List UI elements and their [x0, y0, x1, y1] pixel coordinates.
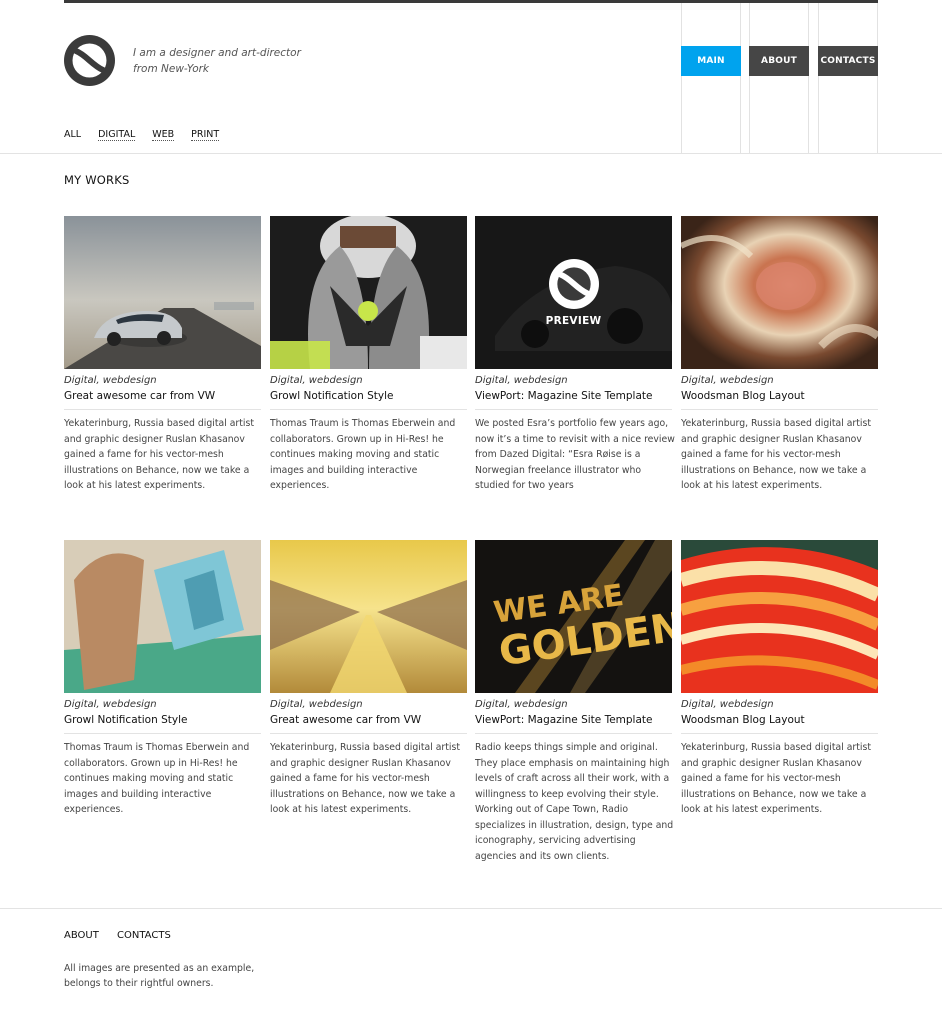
card-divider [681, 733, 878, 734]
header-column-line [877, 3, 878, 153]
tagline: I am a designer and art-director from Ne… [133, 46, 301, 77]
work-title[interactable]: Growl Notification Style [270, 390, 467, 403]
work-description: Yekaterinburg, Russia based digital arti… [681, 418, 871, 491]
work-description: Thomas Traum is Thomas Eberwein and coll… [270, 418, 456, 491]
filter-all[interactable]: ALL [64, 129, 81, 141]
footer-note: All images are presented as an example, … [64, 963, 255, 989]
work-card: Digital, webdesign Great awesome car fro… [270, 540, 467, 818]
header-column-line [808, 3, 809, 153]
nav-main-button[interactable]: MAIN [681, 46, 741, 76]
filter-digital[interactable]: DIGITAL [98, 129, 136, 141]
3d-letters-image[interactable] [64, 540, 261, 693]
work-title[interactable]: Woodsman Blog Layout [681, 714, 878, 727]
work-category: Digital, webdesign [270, 375, 363, 386]
work-category: Digital, webdesign [475, 699, 568, 710]
preview-overlay[interactable]: PREVIEW [475, 216, 672, 369]
work-description: Yekaterinburg, Russia based digital arti… [270, 742, 460, 815]
we-are-golden-image[interactable]: WE ARE GOLDEN [475, 540, 672, 693]
work-card: Digital, webdesign Growl Notification St… [64, 540, 261, 818]
work-category: Digital, webdesign [270, 699, 363, 710]
header-divider [0, 153, 942, 154]
header-column-line [681, 3, 682, 153]
card-divider [270, 409, 467, 410]
nav-contacts-button[interactable]: CONTACTS [818, 46, 878, 76]
work-category: Digital, webdesign [681, 375, 774, 386]
header-column-line [818, 3, 819, 153]
card-divider [475, 409, 672, 410]
card-divider [64, 409, 261, 410]
logo-icon[interactable] [64, 35, 115, 86]
work-title[interactable]: Great awesome car from VW [64, 390, 261, 403]
work-category: Digital, webdesign [64, 699, 157, 710]
work-title[interactable]: Great awesome car from VW [270, 714, 467, 727]
header-column-line [740, 3, 741, 153]
work-description: Radio keeps things simple and original. … [475, 742, 674, 862]
preview-label: PREVIEW [545, 314, 602, 327]
work-description: Yekaterinburg, Russia based digital arti… [64, 418, 254, 491]
work-description: Yekaterinburg, Russia based digital arti… [681, 742, 871, 815]
football-gloves-image[interactable] [270, 216, 467, 369]
work-description: Thomas Traum is Thomas Eberwein and coll… [64, 742, 250, 815]
work-title[interactable]: ViewPort: Magazine Site Template [475, 714, 672, 727]
tagline-line: from New-York [133, 62, 210, 75]
work-card: WE ARE GOLDEN Digital, webdesign ViewPor… [475, 540, 674, 864]
work-title[interactable]: Growl Notification Style [64, 714, 261, 727]
card-divider [64, 733, 261, 734]
filter-bar: ALL DIGITAL WEB PRINT [64, 129, 236, 141]
footer-nav: ABOUT CONTACTS [64, 930, 186, 941]
card-divider [681, 409, 878, 410]
filter-print[interactable]: PRINT [191, 129, 220, 141]
top-border [64, 0, 878, 3]
card-divider [475, 733, 672, 734]
abstract-texture-image[interactable] [681, 216, 878, 369]
car-desert-image[interactable] [64, 216, 261, 369]
header-column-line [749, 3, 750, 153]
golden-corridor-image[interactable] [270, 540, 467, 693]
work-category: Digital, webdesign [681, 699, 774, 710]
preview-logo-icon [548, 258, 599, 309]
work-card: Digital, webdesign Woodsman Blog Layout … [681, 216, 878, 494]
section-title: MY WORKS [64, 173, 130, 187]
work-title[interactable]: Woodsman Blog Layout [681, 390, 878, 403]
work-category: Digital, webdesign [64, 375, 157, 386]
footer-contacts-link[interactable]: CONTACTS [117, 930, 171, 941]
filter-web[interactable]: WEB [152, 129, 175, 141]
work-card: Digital, webdesign Woodsman Blog Layout … [681, 540, 878, 818]
work-category: Digital, webdesign [475, 375, 568, 386]
tagline-line: I am a designer and art-director [133, 47, 301, 59]
footer-divider [0, 908, 942, 909]
nav-about-button[interactable]: ABOUT [749, 46, 809, 76]
work-card: PREVIEW Digital, webdesign ViewPort: Mag… [475, 216, 675, 494]
dark-car-image[interactable]: PREVIEW [475, 216, 672, 369]
work-card: Digital, webdesign Great awesome car fro… [64, 216, 261, 494]
work-title[interactable]: ViewPort: Magazine Site Template [475, 390, 672, 403]
orange-swirl-image[interactable] [681, 540, 878, 693]
card-divider [270, 733, 467, 734]
work-description: We posted Esra’s portfolio few years ago… [475, 418, 675, 491]
footer-about-link[interactable]: ABOUT [64, 930, 99, 941]
work-card: Digital, webdesign Growl Notification St… [270, 216, 467, 494]
